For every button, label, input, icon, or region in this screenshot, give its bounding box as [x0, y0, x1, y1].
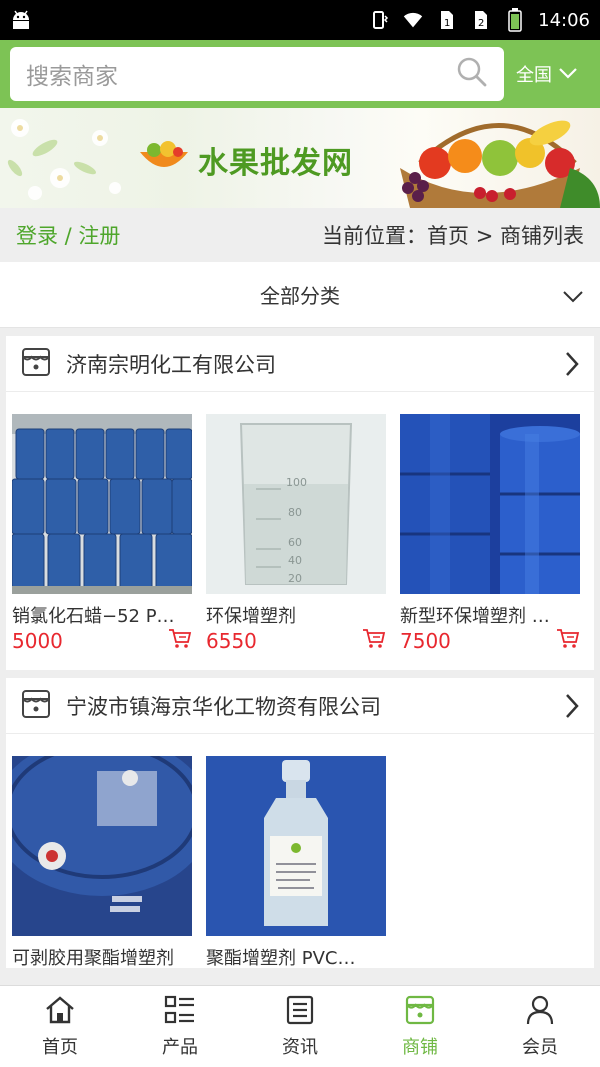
nav-label: 商铺	[402, 1036, 438, 1058]
fruit-basket-image	[400, 120, 600, 208]
product-price: 5000	[12, 629, 63, 653]
product-image[interactable]	[400, 414, 580, 594]
news-icon	[285, 995, 315, 1029]
svg-text:20: 20	[288, 572, 302, 585]
product-name: 可剥胶用聚酯增塑剂	[12, 948, 174, 968]
chevron-right-icon[interactable]	[564, 350, 580, 382]
store-icon	[20, 688, 52, 724]
svg-text:100: 100	[286, 476, 307, 489]
search-input[interactable]: 搜索商家	[10, 47, 504, 101]
search-header: 搜索商家 全国	[0, 40, 600, 108]
cart-icon[interactable]	[362, 628, 386, 654]
region-label: 全国	[516, 65, 552, 86]
user-icon	[525, 995, 555, 1029]
logo-text: 水果批发网	[198, 146, 353, 181]
product-name: 环保增塑剂	[206, 606, 296, 626]
shop-icon	[404, 995, 436, 1029]
status-bar: 1 2 14:06	[0, 0, 600, 40]
nav-item-products[interactable]: 产品	[120, 986, 240, 1067]
nav-label: 产品	[162, 1036, 198, 1058]
product-list: 销氯化石蜡−52 P… 5000 100 80 60 40 20 环保增塑剂 6…	[6, 392, 594, 670]
svg-text:80: 80	[288, 506, 302, 519]
store-icon	[20, 346, 52, 382]
nav-item-member[interactable]: 会员	[480, 986, 600, 1067]
svg-text:1: 1	[444, 18, 450, 29]
product-name: 聚酯增塑剂 PVC…	[206, 948, 356, 968]
svg-text:40: 40	[288, 554, 302, 567]
product-card[interactable]: 新型环保增塑剂 … 7500	[400, 414, 580, 670]
android-icon	[10, 9, 32, 31]
nav-label: 会员	[522, 1036, 558, 1058]
product-name: 新型环保增塑剂 …	[400, 606, 550, 626]
nav-item-home[interactable]: 首页	[0, 986, 120, 1067]
breadcrumb-bar: 登录 / 注册 当前位置：首页 > 商铺列表	[0, 208, 600, 262]
battery-icon	[504, 8, 526, 32]
home-icon	[44, 995, 76, 1029]
banner[interactable]: 水果批发网	[0, 108, 600, 208]
site-logo: 水果批发网	[136, 138, 353, 182]
product-image[interactable]: 100 80 60 40 20	[206, 414, 386, 594]
product-card[interactable]: 可剥胶用聚酯增塑剂	[12, 756, 192, 968]
category-dropdown[interactable]: 全部分类	[0, 262, 600, 328]
list-icon	[164, 995, 196, 1029]
search-placeholder: 搜索商家	[26, 64, 118, 90]
product-image[interactable]	[12, 756, 192, 936]
product-list: 可剥胶用聚酯增塑剂 聚酯增塑剂 PVC…	[6, 734, 594, 968]
svg-text:60: 60	[288, 536, 302, 549]
nav-label: 首页	[42, 1036, 78, 1058]
shop-card: 济南宗明化工有限公司 销氯化石蜡−52 P… 5000 100 80 60 40…	[6, 336, 594, 670]
shop-header[interactable]: 济南宗明化工有限公司	[6, 336, 594, 392]
wifi-icon	[402, 9, 424, 31]
region-selector[interactable]: 全国	[504, 61, 590, 87]
shop-card: 宁波市镇海京华化工物资有限公司 可剥胶用聚酯增塑剂 聚酯增塑剂 PVC…	[6, 678, 594, 968]
fruit-logo-icon	[136, 138, 192, 182]
nav-item-news[interactable]: 资讯	[240, 986, 360, 1067]
chevron-down-icon	[562, 284, 584, 308]
shop-name: 济南宗明化工有限公司	[66, 352, 276, 377]
vibrate-icon	[368, 9, 390, 31]
sim1-icon: 1	[436, 9, 458, 31]
product-name: 销氯化石蜡−52 P…	[12, 606, 175, 626]
product-card[interactable]: 100 80 60 40 20 环保增塑剂 6550	[206, 414, 386, 670]
cart-icon[interactable]	[556, 628, 580, 654]
bottom-nav: 首页 产品 资讯 商铺 会员	[0, 985, 600, 1067]
nav-item-shops[interactable]: 商铺	[360, 986, 480, 1067]
category-label: 全部分类	[260, 284, 340, 308]
sim2-icon: 2	[470, 9, 492, 31]
nav-label: 资讯	[282, 1036, 318, 1058]
product-image[interactable]	[206, 756, 386, 936]
product-card[interactable]: 销氯化石蜡−52 P… 5000	[12, 414, 192, 670]
product-image[interactable]	[12, 414, 192, 594]
search-icon[interactable]	[456, 56, 488, 92]
chevron-down-icon	[558, 64, 578, 85]
shop-name: 宁波市镇海京华化工物资有限公司	[66, 694, 381, 719]
clock: 14:06	[538, 9, 590, 31]
svg-text:2: 2	[478, 18, 484, 29]
login-register-link[interactable]: 登录 / 注册	[16, 220, 120, 250]
shop-header[interactable]: 宁波市镇海京华化工物资有限公司	[6, 678, 594, 734]
breadcrumb: 当前位置：首页 > 商铺列表	[322, 224, 584, 248]
product-price: 6550	[206, 629, 257, 653]
product-price: 7500	[400, 629, 451, 653]
product-card[interactable]: 聚酯增塑剂 PVC…	[206, 756, 386, 968]
chevron-right-icon[interactable]	[564, 692, 580, 724]
flower-decoration	[7, 119, 121, 200]
cart-icon[interactable]	[168, 628, 192, 654]
